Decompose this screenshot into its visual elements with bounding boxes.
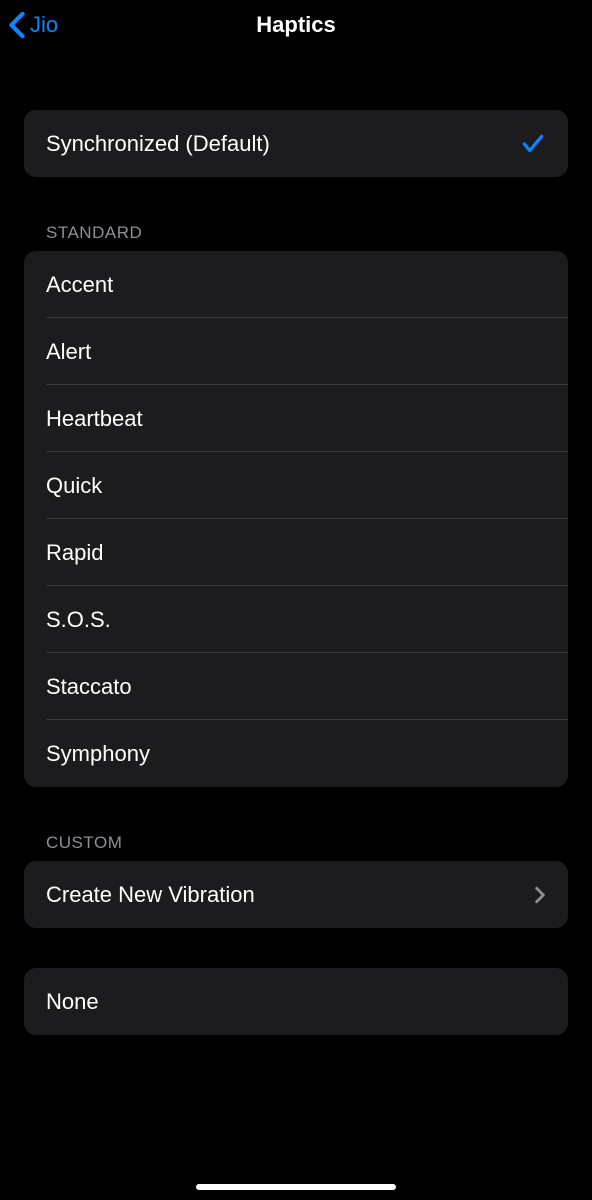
row-create-new-vibration[interactable]: Create New Vibration (24, 861, 568, 928)
standard-group: Accent Alert Heartbeat Quick Rapid S.O.S… (24, 251, 568, 787)
row-none[interactable]: None (24, 968, 568, 1035)
row-sos[interactable]: S.O.S. (24, 586, 568, 653)
row-quick[interactable]: Quick (24, 452, 568, 519)
section-header-custom: Custom (24, 833, 568, 861)
row-synchronized-default[interactable]: Synchronized (Default) (24, 110, 568, 177)
nav-bar: Jio Haptics (0, 0, 592, 50)
row-label: Synchronized (Default) (46, 131, 520, 157)
back-label: Jio (30, 12, 58, 38)
row-heartbeat[interactable]: Heartbeat (24, 385, 568, 452)
row-symphony[interactable]: Symphony (24, 720, 568, 787)
chevron-right-icon (534, 886, 546, 904)
none-group: None (24, 968, 568, 1035)
row-alert[interactable]: Alert (24, 318, 568, 385)
custom-group: Create New Vibration (24, 861, 568, 928)
row-accent[interactable]: Accent (24, 251, 568, 318)
row-label: Heartbeat (46, 406, 546, 432)
chevron-left-icon (8, 11, 26, 39)
row-label: Staccato (46, 674, 546, 700)
row-rapid[interactable]: Rapid (24, 519, 568, 586)
back-button[interactable]: Jio (8, 11, 58, 39)
home-indicator[interactable] (196, 1184, 396, 1190)
row-label: None (46, 989, 546, 1015)
row-label: Create New Vibration (46, 882, 534, 908)
section-header-standard: Standard (24, 223, 568, 251)
row-label: Rapid (46, 540, 546, 566)
content: Synchronized (Default) Standard Accent A… (0, 50, 592, 1035)
row-label: S.O.S. (46, 607, 546, 633)
default-group: Synchronized (Default) (24, 110, 568, 177)
row-label: Symphony (46, 741, 546, 767)
row-label: Alert (46, 339, 546, 365)
row-label: Quick (46, 473, 546, 499)
row-label: Accent (46, 272, 546, 298)
checkmark-icon (520, 131, 546, 157)
row-staccato[interactable]: Staccato (24, 653, 568, 720)
page-title: Haptics (256, 12, 335, 38)
